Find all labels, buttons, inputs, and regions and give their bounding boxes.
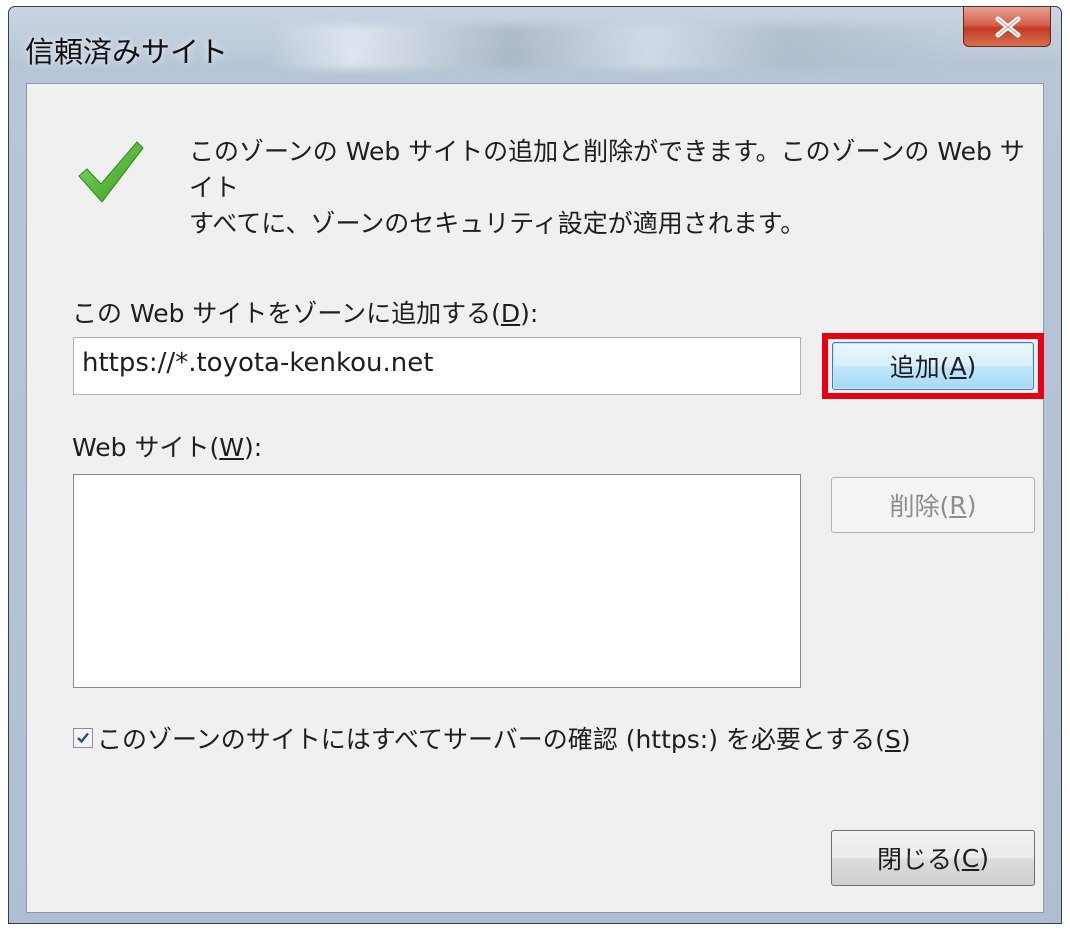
websites-list[interactable] (73, 474, 801, 688)
add-button-text: 追加( (889, 353, 950, 382)
websites-access-key: W (219, 433, 244, 462)
checkmark-icon (77, 732, 89, 744)
require-https-label: このゾーンのサイトにはすべてサーバーの確認 (https:) を必要とする(S) (97, 720, 911, 756)
close-x-icon (995, 16, 1021, 38)
require-https-access-key: S (884, 725, 901, 754)
description-line-2: すべてに、ゾーンのセキュリティ設定が適用されます。 (189, 209, 806, 238)
add-website-label: この Web サイトをゾーンに追加する(D): (72, 294, 538, 330)
require-https-label-text: このゾーンのサイトにはすべてサーバーの確認 (https:) を必要とする( (97, 725, 885, 754)
websites-label-suffix: ): (243, 433, 263, 462)
websites-label: Web サイト(W): (72, 428, 262, 464)
add-website-label-text: この Web サイトをゾーンに追加する( (72, 299, 501, 328)
close-window-button[interactable] (963, 7, 1051, 47)
remove-button-suffix: ) (966, 490, 977, 520)
require-https-label-suffix: ) (900, 725, 911, 754)
add-website-access-key: D (500, 299, 521, 328)
close-button[interactable]: 閉じる(C) (831, 830, 1035, 886)
title-bar-blurred-background (269, 25, 959, 69)
zone-description: このゾーンの Web サイトの追加と削除ができます。このゾーンの Web サイト… (189, 134, 1029, 242)
title-bar[interactable]: 信頼済みサイト (9, 7, 1061, 83)
remove-button-access-key: R (949, 490, 967, 520)
close-button-text: 閉じる( (877, 845, 962, 874)
website-url-input[interactable] (73, 337, 801, 395)
add-website-label-suffix: ): (520, 299, 539, 328)
add-button-access-key: A (949, 351, 967, 381)
remove-button[interactable]: 削除(R) (831, 477, 1035, 533)
trusted-sites-dialog: 信頼済みサイト このゾーンの Web サイトの追加と削除ができます。このゾーンの… (8, 6, 1062, 924)
add-button-suffix: ) (966, 351, 977, 381)
description-line-1: このゾーンの Web サイトの追加と削除ができます。このゾーンの Web サイト (189, 137, 1025, 202)
require-https-checkbox[interactable] (73, 728, 93, 748)
green-checkmark-icon (78, 141, 144, 203)
websites-label-text: Web サイト( (72, 433, 220, 462)
dialog-body: このゾーンの Web サイトの追加と削除ができます。このゾーンの Web サイト… (26, 83, 1044, 913)
remove-button-text: 削除( (889, 492, 950, 521)
add-button[interactable]: 追加(A) (832, 342, 1034, 390)
close-button-access-key: C (961, 843, 980, 873)
require-https-option[interactable]: このゾーンのサイトにはすべてサーバーの確認 (https:) を必要とする(S) (73, 720, 911, 756)
close-button-suffix: ) (979, 843, 989, 873)
dialog-title: 信頼済みサイト (25, 35, 229, 69)
